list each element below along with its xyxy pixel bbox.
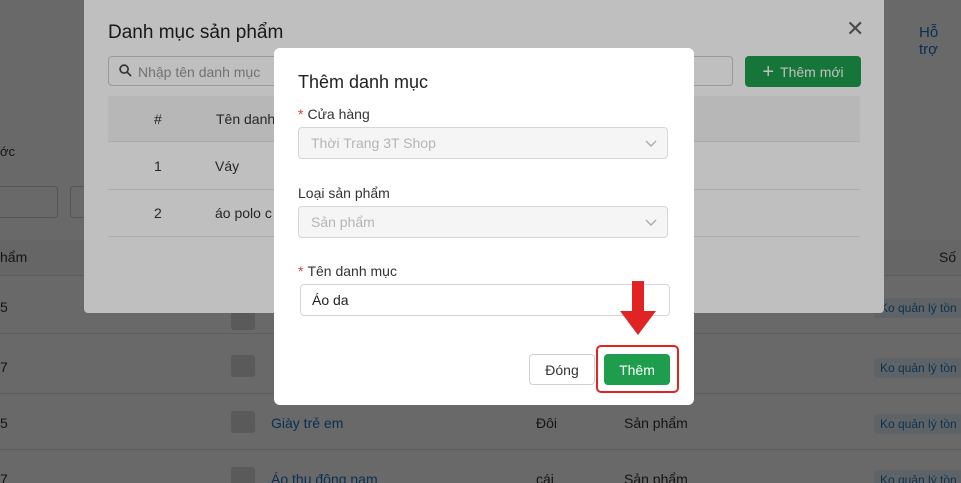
store-label-text: Cửa hàng [307, 106, 370, 122]
product-type-select[interactable]: Sản phẩm [298, 206, 668, 238]
chevron-down-icon [645, 219, 657, 226]
store-value: Thời Trang 3T Shop [311, 135, 436, 151]
store-label: * Cửa hàng [298, 106, 370, 122]
highlight-frame [596, 345, 679, 393]
category-name-label: * Tên danh mục [298, 263, 397, 279]
chevron-down-icon [645, 140, 657, 147]
product-type-value: Sản phẩm [311, 214, 375, 230]
product-type-label: Loại sản phẩm [298, 185, 390, 201]
store-select[interactable]: Thời Trang 3T Shop [298, 127, 668, 159]
category-name-label-text: Tên danh mục [307, 263, 397, 279]
category-name-value: Áo da [312, 292, 349, 308]
close-button[interactable]: Đóng [529, 354, 595, 385]
category-name-input[interactable]: Áo da [300, 284, 670, 316]
modal-title: Thêm danh mục [298, 72, 429, 92]
required-asterisk: * [298, 106, 304, 122]
required-asterisk: * [298, 263, 304, 279]
arrow-down-icon [620, 281, 656, 335]
